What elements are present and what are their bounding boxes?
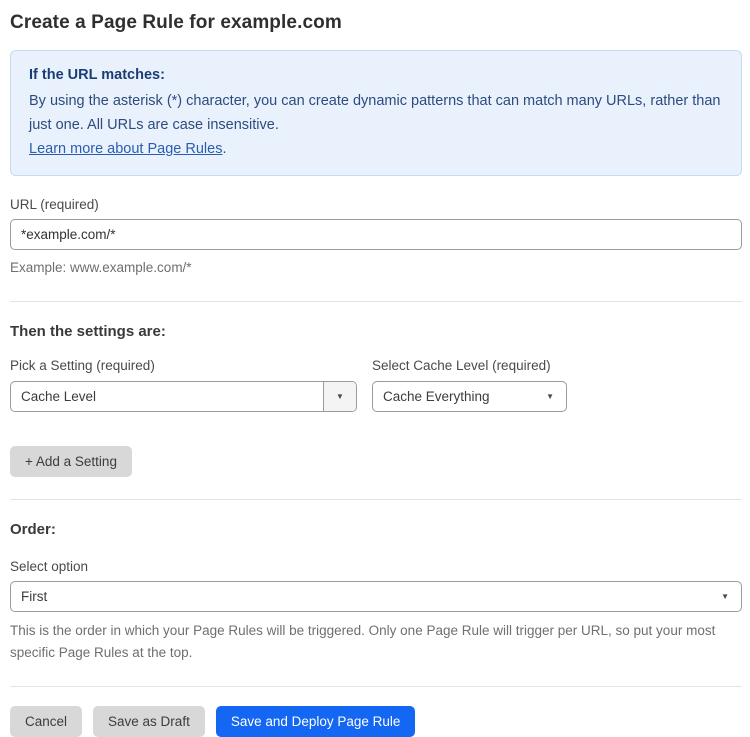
setting-picker-value: Cache Level <box>21 389 97 404</box>
chevron-down-icon: ▼ <box>546 391 554 401</box>
setting-picker-arrow-button[interactable]: ▼ <box>323 382 356 411</box>
learn-more-link[interactable]: Learn more about Page Rules <box>29 141 222 157</box>
info-box-body: By using the asterisk (*) character, you… <box>29 89 723 137</box>
url-field-label: URL (required) <box>10 197 99 212</box>
link-period: . <box>222 141 227 157</box>
settings-heading: Then the settings are: <box>10 323 166 340</box>
url-input[interactable] <box>10 219 742 250</box>
section-divider <box>10 301 742 302</box>
order-value: First <box>21 589 48 604</box>
url-match-info-box: If the URL matches: By using the asteris… <box>10 50 742 176</box>
save-and-deploy-button[interactable]: Save and Deploy Page Rule <box>215 706 416 737</box>
cache-level-dropdown[interactable]: Cache Everything ▼ <box>372 381 567 412</box>
section-divider <box>10 686 742 687</box>
section-divider <box>10 499 742 500</box>
order-select-label: Select option <box>10 559 89 574</box>
setting-picker-column: Pick a Setting (required) Cache Level ▼ <box>10 358 357 412</box>
form-actions: Cancel Save as Draft Save and Deploy Pag… <box>10 706 742 737</box>
order-helper-text: This is the order in which your Page Rul… <box>10 623 716 660</box>
chevron-down-icon: ▼ <box>336 391 344 401</box>
save-as-draft-button[interactable]: Save as Draft <box>93 706 205 737</box>
info-box-text: By using the asterisk (*) character, you… <box>29 93 721 133</box>
cache-level-column: Select Cache Level (required) Cache Ever… <box>372 358 567 412</box>
chevron-down-icon: ▼ <box>721 591 729 601</box>
page-title: Create a Page Rule for example.com <box>10 12 342 33</box>
info-box-link-row: Learn more about Page Rules. <box>29 137 723 161</box>
cache-level-value: Cache Everything <box>383 389 490 404</box>
cache-level-label: Select Cache Level (required) <box>372 358 551 373</box>
url-example-helper: Example: www.example.com/* <box>10 260 192 275</box>
add-setting-button[interactable]: + Add a Setting <box>10 446 132 477</box>
setting-picker-dropdown[interactable]: Cache Level ▼ <box>10 381 357 412</box>
order-dropdown[interactable]: First ▼ <box>10 581 742 612</box>
setting-picker-label: Pick a Setting (required) <box>10 358 155 373</box>
settings-row: Pick a Setting (required) Cache Level ▼ … <box>10 358 742 412</box>
order-heading: Order: <box>10 521 56 538</box>
cancel-button[interactable]: Cancel <box>10 706 83 737</box>
info-box-heading: If the URL matches: <box>29 67 165 83</box>
